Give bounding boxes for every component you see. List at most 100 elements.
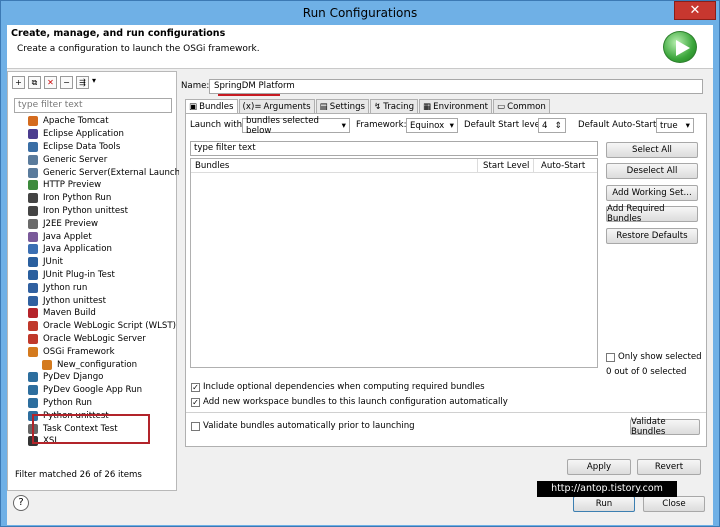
include-optional-checkbox[interactable]: ✓ Include optional dependencies when comp… [191, 382, 485, 392]
weblogic-icon [28, 321, 38, 332]
tree-item-label: JUnit Plug-in Test [43, 269, 115, 280]
select-all-button[interactable]: Select All [606, 142, 698, 158]
tree-item[interactable]: New_configuration [28, 358, 176, 371]
tree-item-label: PyDev Django [43, 372, 104, 383]
start-level-label: Default Start level: [464, 120, 546, 130]
server-icon [28, 154, 38, 165]
chevron-down-icon: ▾ [449, 120, 454, 131]
col-auto-start[interactable]: Auto-Start [541, 161, 585, 171]
restore-defaults-button[interactable]: Restore Defaults [606, 228, 698, 244]
run-button[interactable]: Run [573, 496, 635, 512]
close-window-button[interactable]: ✕ [674, 1, 716, 20]
tab-common[interactable]: ▭ Common [493, 99, 550, 113]
help-icon[interactable]: ? [13, 495, 29, 511]
spinner-arrows-icon: ⇕ [554, 120, 562, 131]
tree-item-label: HTTP Preview [43, 180, 102, 191]
tree-item[interactable]: Apache Tomcat [28, 115, 176, 128]
name-input[interactable]: SpringDM Platform [209, 79, 703, 94]
tab-settings[interactable]: ▤ Settings [315, 99, 370, 113]
tree-item[interactable]: Java Applet [28, 230, 176, 243]
python-icon [28, 397, 38, 408]
tree-item[interactable]: Eclipse Data Tools [28, 141, 176, 154]
tree-item-label: JUnit [43, 257, 64, 268]
tree-item[interactable]: PyDev Django [28, 371, 176, 384]
new-config-icon[interactable]: + [12, 76, 25, 89]
eclipse-icon [28, 129, 38, 140]
weblogic-icon [28, 333, 38, 344]
applet-icon [28, 231, 38, 242]
separator [186, 412, 706, 413]
ironpython-icon [28, 205, 38, 216]
configuration-editor: Name: SpringDM Platform ▣ Bundles (x)= Arg… [179, 71, 713, 491]
tomcat-icon [28, 116, 38, 127]
tree-item-label: Maven Build [43, 308, 96, 319]
tree-item-label: Java Applet [43, 231, 92, 242]
validate-bundles-button[interactable]: Validate Bundles [630, 417, 700, 437]
tree-item-label: Generic Server(External Launch) [43, 167, 184, 178]
duplicate-icon[interactable]: ⧉ [28, 76, 41, 89]
tab-bundles[interactable]: ▣ Bundles [185, 99, 238, 113]
tree-filter-input[interactable]: type filter text [14, 98, 172, 113]
view-menu-icon[interactable]: ▾ [92, 76, 96, 89]
launch-with-select[interactable]: bundles selected below ▾ [242, 116, 350, 136]
tree-item[interactable]: Generic Server [28, 153, 176, 166]
tree-item[interactable]: Jython run [28, 281, 176, 294]
tree-item[interactable]: PyDev Google App Run [28, 384, 176, 397]
deselect-all-button[interactable]: Deselect All [606, 163, 698, 179]
tree-item[interactable]: OSGi Framework [28, 345, 176, 358]
tree-item-label: New_configuration [57, 359, 138, 370]
start-level-spinner[interactable]: 4 ⇕ [538, 118, 566, 133]
framework-select[interactable]: Equinox ▾ [406, 118, 458, 133]
tree-item-label: Oracle WebLogic Server [43, 333, 146, 344]
jython-icon [28, 282, 38, 293]
osgi-icon [28, 346, 38, 357]
validate-automatically-checkbox[interactable]: Validate bundles automatically prior to … [191, 421, 415, 431]
apply-button[interactable]: Apply [567, 459, 631, 475]
tree-item[interactable]: Generic Server(External Launch) [28, 166, 183, 179]
bundles-panel: Launch with: bundles selected below ▾ Fra… [185, 113, 707, 447]
tab-tracing[interactable]: ↯ Tracing [370, 99, 419, 113]
environment-tab-icon: ▦ [423, 101, 432, 112]
add-required-bundles-button[interactable]: Add Required Bundles [606, 204, 698, 224]
tree-item-label: PyDev Google App Run [43, 385, 143, 396]
name-label: Name: [181, 81, 210, 91]
tree-item-label: J2EE Preview [43, 218, 99, 229]
tree-item[interactable]: HTTP Preview [28, 179, 176, 192]
tab-arguments[interactable]: (x)= Arguments [238, 99, 315, 113]
tree-item[interactable]: Eclipse Application [28, 128, 176, 141]
close-button[interactable]: Close [643, 496, 705, 512]
tree-item-label: Eclipse Data Tools [43, 141, 121, 152]
tree-item[interactable]: Jython unittest [28, 294, 176, 307]
tree-item[interactable]: Python Run [28, 397, 176, 410]
launch-with-label: Launch with: [190, 120, 245, 130]
add-working-set-button[interactable]: Add Working Set... [606, 185, 698, 201]
delete-icon[interactable]: ✕ [44, 76, 57, 89]
only-show-selected-checkbox[interactable]: Only show selected [606, 352, 702, 362]
pydev-icon [28, 372, 38, 383]
tree-item[interactable]: Iron Python Run [28, 192, 176, 205]
add-workspace-bundles-checkbox[interactable]: ✓ Add new workspace bundles to this launc… [191, 397, 508, 407]
auto-start-select[interactable]: true ▾ [656, 118, 694, 133]
filter-icon[interactable]: ⇶ [76, 76, 89, 89]
j2ee-icon [28, 218, 38, 229]
collapse-all-icon[interactable]: − [60, 76, 73, 89]
revert-button[interactable]: Revert [637, 459, 701, 475]
header-title: Create, manage, and run configurations [11, 28, 226, 39]
col-bundles[interactable]: Bundles [195, 161, 229, 171]
tab-environment[interactable]: ▦ Environment [419, 99, 493, 113]
tree-item[interactable]: Maven Build [28, 307, 176, 320]
col-start-level[interactable]: Start Level [483, 161, 529, 171]
tree-item[interactable]: JUnit [28, 256, 176, 269]
tree-item-label: Python Run [43, 397, 92, 408]
tree-item[interactable]: Oracle WebLogic Server [28, 333, 176, 346]
tree-item[interactable]: Java Application [28, 243, 176, 256]
tree-item[interactable]: J2EE Preview [28, 217, 176, 230]
tree-item[interactable]: Iron Python unittest [28, 205, 176, 218]
tree-item[interactable]: JUnit Plug-in Test [28, 269, 176, 282]
tree-item[interactable]: Oracle WebLogic Script (WLST) [28, 320, 176, 333]
settings-tab-icon: ▤ [319, 101, 328, 112]
run-banner-icon [663, 31, 697, 63]
data-tools-icon [28, 141, 38, 152]
bundle-filter-input[interactable]: type filter text [190, 141, 598, 156]
arguments-tab-icon: (x)= [242, 101, 262, 112]
